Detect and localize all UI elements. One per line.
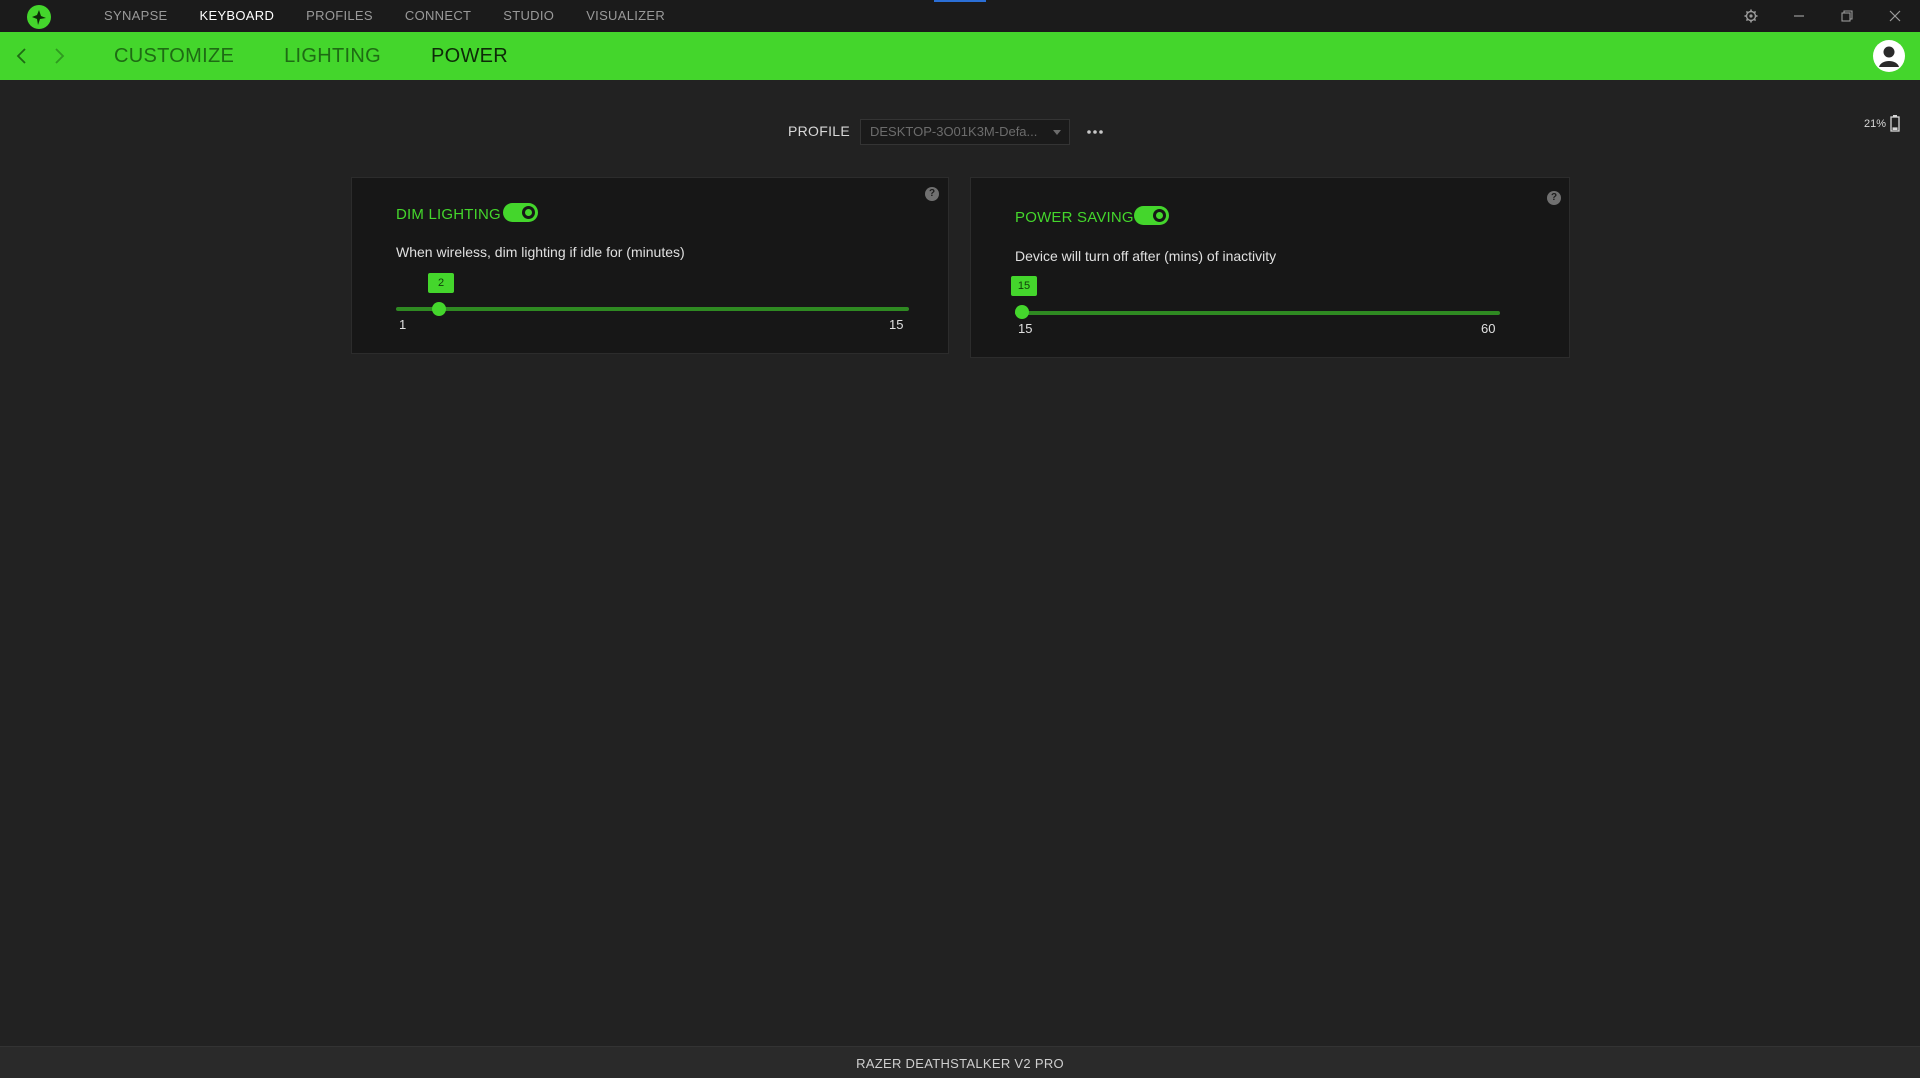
dim-lighting-min-label: 1 xyxy=(399,317,407,332)
avatar[interactable] xyxy=(1873,40,1905,72)
topnav-item-profiles[interactable]: PROFILES xyxy=(290,0,389,32)
power-saving-max-label: 60 xyxy=(1481,321,1496,336)
minimize-icon xyxy=(1794,15,1804,17)
chevron-down-icon xyxy=(1053,130,1061,135)
chevron-right-icon xyxy=(55,48,65,64)
battery-icon xyxy=(1890,115,1900,132)
back-button[interactable] xyxy=(12,46,32,66)
power-saving-help-icon[interactable]: ? xyxy=(1547,191,1561,205)
power-saving-card: POWER SAVING ? Device will turn off afte… xyxy=(970,177,1570,358)
topnav-item-visualizer[interactable]: VISUALIZER xyxy=(570,0,681,32)
razer-logo-icon[interactable] xyxy=(26,4,52,30)
user-icon xyxy=(1874,41,1904,71)
profile-dropdown[interactable]: DESKTOP-3O01K3M-Defa... xyxy=(860,119,1070,145)
device-name: RAZER DEATHSTALKER V2 PRO xyxy=(856,1056,1064,1071)
minimize-button[interactable] xyxy=(1776,0,1822,32)
dim-lighting-slider-thumb[interactable] xyxy=(432,302,446,316)
dim-lighting-toggle[interactable] xyxy=(503,203,538,222)
topnav-item-connect[interactable]: CONNECT xyxy=(389,0,487,32)
dim-lighting-max-label: 15 xyxy=(889,317,904,332)
topnav-item-keyboard[interactable]: KEYBOARD xyxy=(184,0,291,32)
gear-icon xyxy=(1744,9,1758,23)
dim-lighting-card: DIM LIGHTING ? When wireless, dim lighti… xyxy=(351,177,949,354)
power-saving-toggle[interactable] xyxy=(1134,206,1169,225)
chevron-left-icon xyxy=(16,48,26,64)
dim-lighting-title: DIM LIGHTING xyxy=(396,206,501,223)
power-saving-value-bubble: 15 xyxy=(1011,276,1037,296)
topnav-item-synapse[interactable]: SYNAPSE xyxy=(88,0,184,32)
notification-indicator xyxy=(934,0,986,2)
close-button[interactable] xyxy=(1872,0,1918,32)
forward-button[interactable] xyxy=(49,46,69,66)
battery-level-text: 21% xyxy=(1864,117,1887,130)
profile-label: PROFILE xyxy=(788,123,851,139)
dim-lighting-slider-track[interactable] xyxy=(396,307,909,311)
battery-status: 21% xyxy=(1864,115,1900,132)
top-nav: SYNAPSE KEYBOARD PROFILES CONNECT STUDIO… xyxy=(88,0,681,32)
close-icon xyxy=(1889,10,1901,22)
restore-icon xyxy=(1841,10,1853,22)
sub-tabs: CUSTOMIZE LIGHTING POWER xyxy=(114,32,558,80)
power-saving-slider-thumb[interactable] xyxy=(1015,305,1029,319)
restore-button[interactable] xyxy=(1824,0,1870,32)
more-options-icon xyxy=(1087,130,1103,134)
power-saving-title: POWER SAVING xyxy=(1015,209,1134,226)
tab-power[interactable]: POWER xyxy=(431,32,508,80)
power-saving-description: Device will turn off after (mins) of ina… xyxy=(1015,248,1277,264)
toggle-knob xyxy=(1153,209,1166,222)
toggle-knob xyxy=(522,206,535,219)
profile-selected-value: DESKTOP-3O01K3M-Defa... xyxy=(870,124,1038,139)
settings-button[interactable] xyxy=(1728,0,1774,32)
title-bar: SYNAPSE KEYBOARD PROFILES CONNECT STUDIO… xyxy=(0,0,1920,32)
tab-customize[interactable]: CUSTOMIZE xyxy=(114,32,234,80)
dim-lighting-help-icon[interactable]: ? xyxy=(925,187,939,201)
power-saving-slider-track[interactable] xyxy=(1015,311,1500,315)
tab-lighting[interactable]: LIGHTING xyxy=(284,32,381,80)
power-saving-min-label: 15 xyxy=(1018,321,1033,336)
topnav-item-studio[interactable]: STUDIO xyxy=(487,0,570,32)
profile-more-button[interactable] xyxy=(1084,121,1106,143)
dim-lighting-value-bubble: 2 xyxy=(428,273,454,293)
device-footer: RAZER DEATHSTALKER V2 PRO xyxy=(0,1046,1920,1078)
dim-lighting-description: When wireless, dim lighting if idle for … xyxy=(396,244,685,260)
